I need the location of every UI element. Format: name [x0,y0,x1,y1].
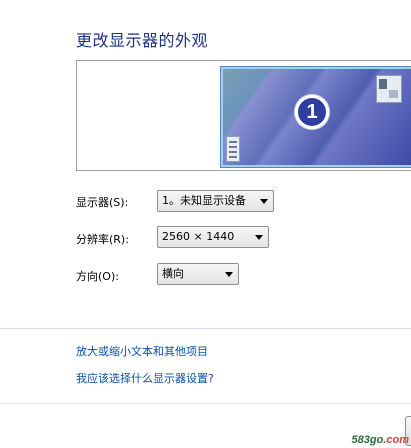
resolution-label: 分辨率(R): [76,233,129,246]
chevron-down-icon [260,199,268,204]
resolution-dropdown-value: 2560 × 1440 [162,230,235,243]
watermark: 583go.com [352,434,409,446]
display-dropdown-value: 1。未知显示设备 [162,194,246,207]
resolution-dropdown[interactable]: 2560 × 1440 [157,226,269,248]
display-label: 显示器(S): [76,196,129,209]
text-size-link[interactable]: 放大或缩小文本和其他项目 [76,343,208,359]
monitor-1-screen[interactable]: 1 [220,66,411,168]
monitor-number-badge: 1 [295,95,329,129]
which-settings-link[interactable]: 我应该选择什么显示器设置? [76,370,214,386]
monitor-preview-panel: 1 [76,60,411,171]
mini-sidebar-icon [226,136,240,162]
monitor-number: 1 [298,98,326,126]
orientation-dropdown-value: 横向 [162,267,184,280]
watermark-site: 583go. [351,434,387,446]
chevron-down-icon [225,272,233,277]
orientation-dropdown[interactable]: 横向 [157,263,239,285]
chevron-down-icon [255,235,263,240]
display-dropdown[interactable]: 1。未知显示设备 [157,190,274,212]
section-divider [0,328,411,329]
watermark-tld: com [386,434,409,446]
orientation-label: 方向(O): [76,270,119,283]
footer-divider [0,403,411,404]
page-title: 更改显示器的外观 [76,31,209,50]
mini-window-icon [376,75,402,103]
